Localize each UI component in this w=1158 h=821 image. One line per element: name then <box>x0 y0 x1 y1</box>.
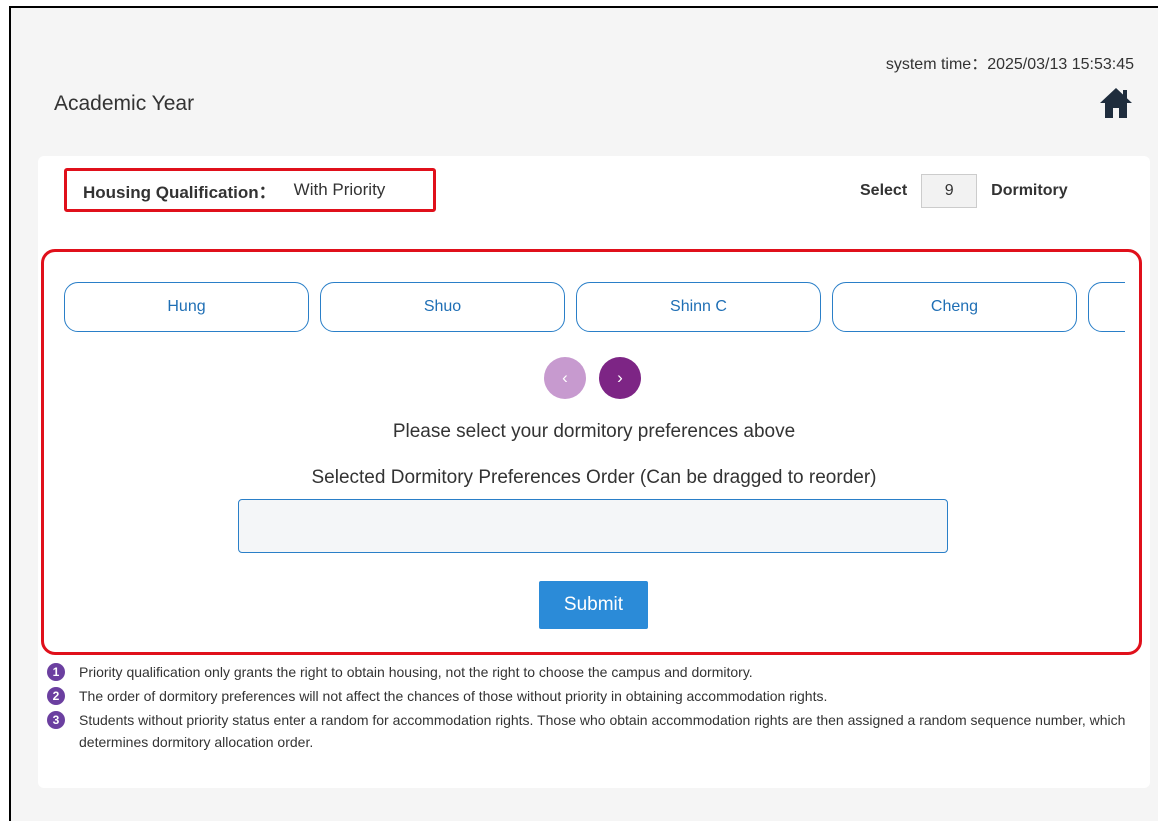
dormitory-carousel: Hung Shuo Shinn C Cheng <box>64 282 1125 334</box>
select-prompt: Please select your dormitory preferences… <box>392 421 796 442</box>
order-label: Selected Dormitory Preferences Order (Ca… <box>311 467 877 488</box>
note-number-badge: 1 <box>47 663 65 681</box>
note-text: Priority qualification only grants the r… <box>79 664 753 680</box>
home-icon[interactable] <box>1098 86 1134 120</box>
chevron-right-icon: › <box>617 368 623 387</box>
dorm-option-cheng[interactable]: Cheng <box>832 282 1077 332</box>
dormitory-label: Dormitory <box>991 182 1068 199</box>
dorm-option-hung[interactable]: Hung <box>64 282 309 332</box>
note-item: 3 Students without priority status enter… <box>47 709 1147 753</box>
notes-list: 1 Priority qualification only grants the… <box>47 661 1147 755</box>
system-time: system time：2025/03/13 15:53:45 <box>885 56 1134 73</box>
carousel-next-button[interactable]: › <box>599 357 641 399</box>
select-count-row: Select 9 Dormitory <box>860 173 1068 209</box>
chevron-left-icon: ‹ <box>562 368 568 387</box>
note-number-badge: 3 <box>47 711 65 729</box>
note-text: Students without priority status enter a… <box>79 712 1126 750</box>
note-item: 2 The order of dormitory preferences wil… <box>47 685 1147 707</box>
note-text: The order of dormitory preferences will … <box>79 688 828 704</box>
submit-button[interactable]: Submit <box>539 581 648 629</box>
preference-order-dropzone[interactable] <box>238 499 948 553</box>
housing-qualification: Housing Qualification： With Priority <box>64 168 436 212</box>
page-title: Academic Year <box>54 92 195 115</box>
carousel-prev-button[interactable]: ‹ <box>544 357 586 399</box>
dorm-option-shinn-c[interactable]: Shinn C <box>576 282 821 332</box>
select-label: Select <box>860 182 908 199</box>
qualification-value: With Priority <box>293 180 386 199</box>
dorm-option-shuo[interactable]: Shuo <box>320 282 565 332</box>
select-count-value: 9 <box>921 174 978 208</box>
note-number-badge: 2 <box>47 687 65 705</box>
dorm-option-partial[interactable] <box>1088 282 1125 332</box>
qualification-label: Housing Qualification： <box>83 182 276 202</box>
note-item: 1 Priority qualification only grants the… <box>47 661 1147 683</box>
